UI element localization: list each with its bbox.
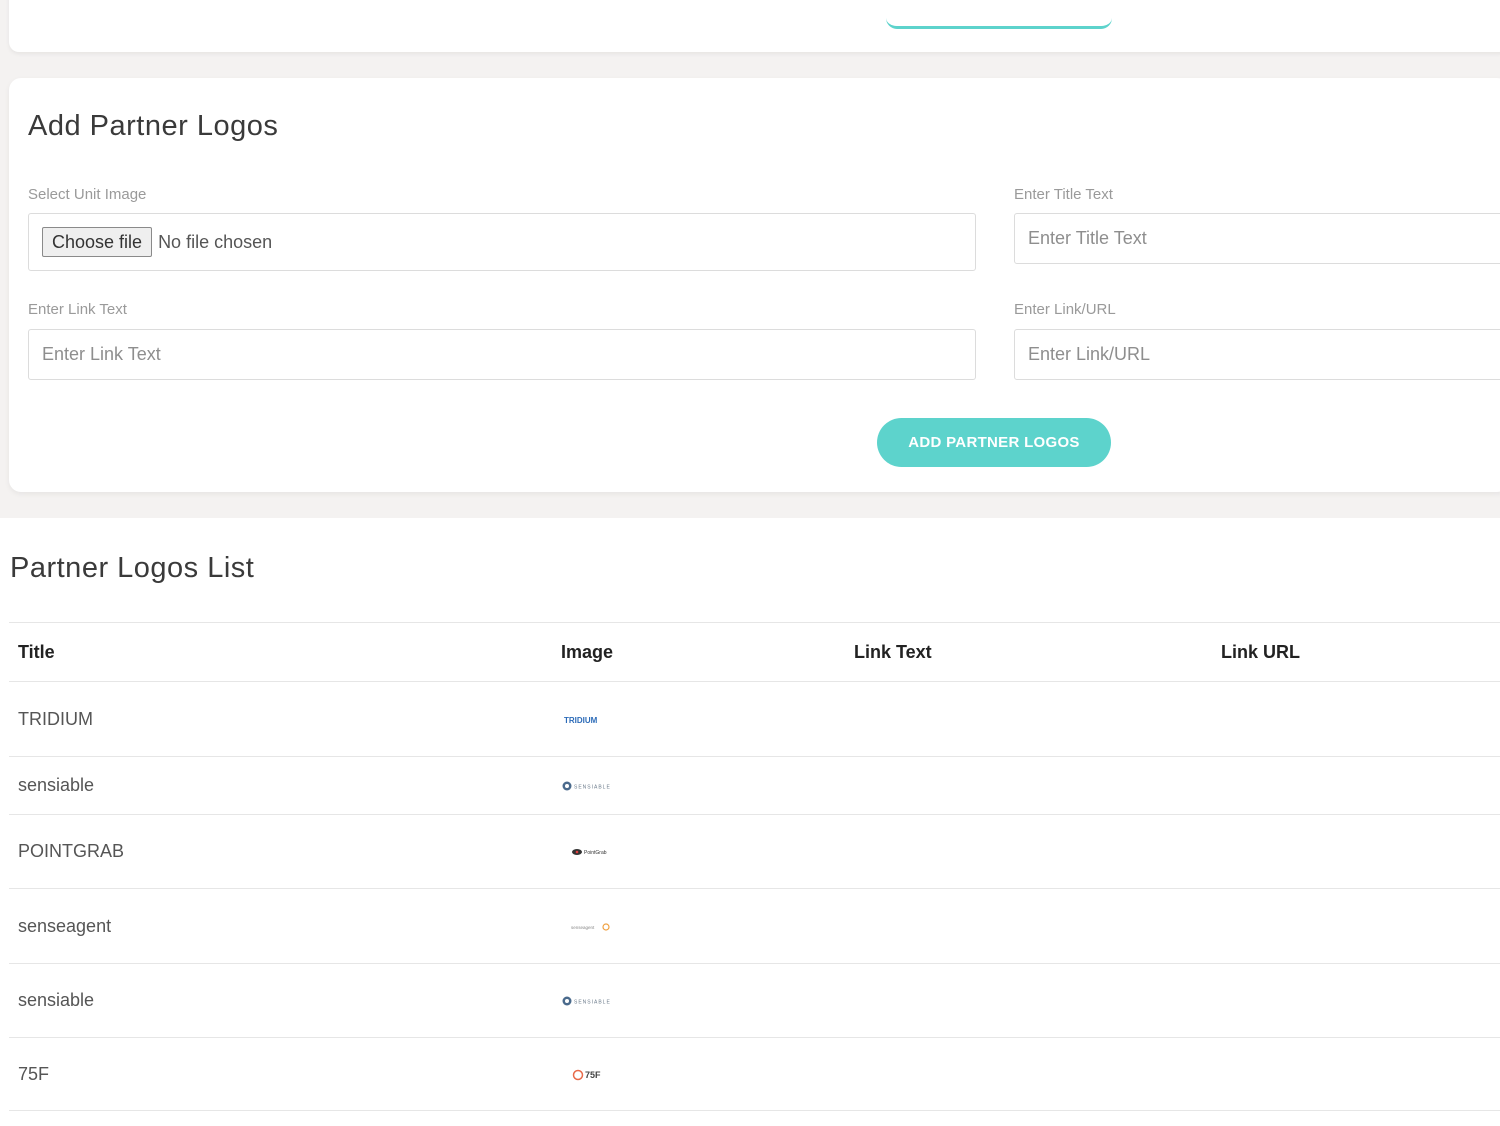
pointgrab-logo-text: PointGrab (584, 850, 607, 856)
75f-logo: 75F (572, 1069, 601, 1080)
row-link-text (845, 888, 1212, 964)
row-image: 75F (552, 1037, 845, 1111)
unit-image-label: Select Unit Image (28, 186, 147, 203)
row-link-url (1212, 756, 1500, 815)
row-link-url (1212, 681, 1500, 757)
choose-file-button[interactable]: Choose file (42, 227, 153, 257)
column-header-link-url: Link URL (1212, 622, 1500, 682)
row-link-text (845, 756, 1212, 815)
table-row: TRIDIUM TRIDIUM (9, 681, 1500, 757)
column-header-link-text: Link Text (845, 622, 1212, 682)
tridium-logo: TRIDIUM (564, 716, 598, 725)
link-url-input[interactable] (1014, 329, 1500, 380)
title-text-label: Enter Title Text (1014, 186, 1113, 203)
partner-logos-table: Title Image Link Text Link URL TRIDIUM T… (9, 622, 1500, 1111)
previous-submit-button-edge[interactable] (886, 18, 1112, 29)
row-title: sensiable (9, 963, 552, 1038)
senseagent-logo: senseagent (571, 923, 610, 931)
add-partner-logos-card: Add Partner Logos Select Unit Image Choo… (9, 78, 1500, 492)
row-image: TRIDIUM (552, 681, 845, 757)
row-image: SENSIABLE (552, 963, 845, 1038)
add-partner-logos-button[interactable]: ADD PARTNER LOGOS (877, 418, 1111, 467)
sensiable-logo: SENSIABLE (562, 781, 611, 791)
partner-logos-list-section: Partner Logos List Title Image Link Text… (0, 518, 1500, 1126)
link-text-input[interactable] (28, 329, 976, 380)
table-row: senseagent senseagent (9, 888, 1500, 964)
row-link-text (845, 1037, 1212, 1111)
file-status-text: No file chosen (158, 231, 273, 252)
row-link-text (845, 963, 1212, 1038)
table-row: 75F 75F (9, 1037, 1500, 1111)
list-title: Partner Logos List (10, 552, 255, 584)
table-row: POINTGRAB PointGrab (9, 814, 1500, 889)
unit-image-file-input[interactable]: Choose file No file chosen (28, 213, 976, 271)
row-link-text (845, 681, 1212, 757)
row-link-url (1212, 888, 1500, 964)
row-link-url (1212, 1037, 1500, 1111)
form-title: Add Partner Logos (28, 110, 279, 142)
row-title: senseagent (9, 888, 552, 964)
link-text-label: Enter Link Text (28, 301, 127, 318)
sensiable-logo-text: SENSIABLE (574, 785, 611, 791)
row-title: sensiable (9, 756, 552, 815)
row-title: 75F (9, 1037, 552, 1111)
column-header-image: Image (552, 622, 845, 682)
column-header-title: Title (9, 622, 552, 682)
table-row: sensiable SENSIABLE (9, 963, 1500, 1038)
pointgrab-logo: PointGrab (572, 849, 607, 856)
sensiable-logo: SENSIABLE (562, 996, 611, 1006)
table-header-row: Title Image Link Text Link URL (9, 622, 1500, 682)
row-title: TRIDIUM (9, 681, 552, 757)
row-image: PointGrab (552, 814, 845, 889)
75f-logo-text: 75F (585, 1070, 601, 1080)
previous-form-card (9, 0, 1500, 52)
row-title: POINTGRAB (9, 814, 552, 889)
tridium-logo-text: TRIDIUM (564, 716, 598, 725)
sensiable-logo-text: SENSIABLE (574, 1000, 611, 1006)
row-link-url (1212, 814, 1500, 889)
table-row: sensiable SENSIABLE (9, 756, 1500, 815)
row-link-url (1212, 963, 1500, 1038)
row-link-text (845, 814, 1212, 889)
title-text-input[interactable] (1014, 213, 1500, 264)
link-url-label: Enter Link/URL (1014, 301, 1116, 318)
row-image: senseagent (552, 888, 845, 964)
senseagent-logo-text: senseagent (571, 925, 595, 930)
row-image: SENSIABLE (552, 756, 845, 815)
